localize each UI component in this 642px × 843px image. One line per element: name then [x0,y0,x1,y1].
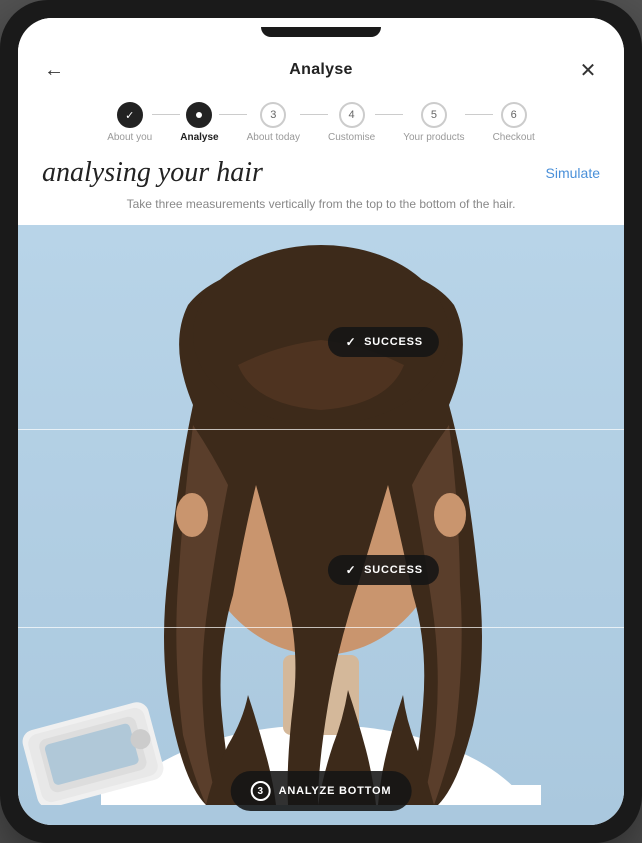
step-1-label: About you [107,132,152,143]
step-1: ✓ About you [107,102,152,143]
connector-2 [219,114,247,115]
progress-steps: ✓ About you Analyse 3 About today [38,102,604,143]
close-button[interactable]: ✕ [572,54,604,86]
device-frame: ← Analyse ✕ ✓ About you Analyse [0,0,642,843]
step-2-label: Analyse [180,132,218,143]
analyze-number: 3 [251,781,271,801]
step-1-circle: ✓ [117,102,143,128]
screen: ← Analyse ✕ ✓ About you Analyse [18,18,624,825]
connector-5 [465,114,493,115]
step-4: 4 Customise [328,102,375,143]
step-6-label: Checkout [493,132,535,143]
analyze-bottom-badge[interactable]: 3 ANALYZE BOTTOM [231,771,412,811]
step-5-label: Your products [403,132,464,143]
divider-line-2 [18,627,624,628]
step-2: Analyse [180,102,218,143]
divider-line-1 [18,429,624,430]
header-title: Analyse [289,61,352,79]
connector-3 [300,114,328,115]
step-5: 5 Your products [403,102,464,143]
connector-4 [375,114,403,115]
title-row: analysing your hair Simulate [42,157,600,189]
hair-background: ✓ SUCCESS ✓ SUCCESS 3 ANALYZE BOTTOM [18,225,624,825]
page-title: analysing your hair [42,157,263,189]
analysis-area: ✓ SUCCESS ✓ SUCCESS 3 ANALYZE BOTTOM [18,225,624,825]
check-icon-1: ✓ [344,335,358,349]
step-6-circle: 6 [501,102,527,128]
page-subtitle: Take three measurements vertically from … [42,195,600,213]
status-bar [18,18,624,46]
success-label-1: SUCCESS [364,336,423,348]
simulate-button[interactable]: Simulate [546,165,600,181]
step-5-circle: 5 [421,102,447,128]
analyze-label: ANALYZE BOTTOM [279,785,392,797]
success-label-2: SUCCESS [364,564,423,576]
success-badge-2: ✓ SUCCESS [328,555,439,585]
hair-illustration [18,225,624,805]
step-3: 3 About today [247,102,300,143]
header: ← Analyse ✕ ✓ About you Analyse [18,46,624,157]
step-6: 6 Checkout [493,102,535,143]
success-badge-1: ✓ SUCCESS [328,327,439,357]
check-icon-2: ✓ [344,563,358,577]
step-3-circle: 3 [260,102,286,128]
step-2-circle [186,102,212,128]
notch [261,27,381,37]
step-4-circle: 4 [339,102,365,128]
back-button[interactable]: ← [38,54,70,86]
page-content: analysing your hair Simulate Take three … [18,157,624,225]
header-nav: ← Analyse ✕ [38,54,604,86]
step-3-label: About today [247,132,300,143]
connector-1 [152,114,180,115]
step-4-label: Customise [328,132,375,143]
